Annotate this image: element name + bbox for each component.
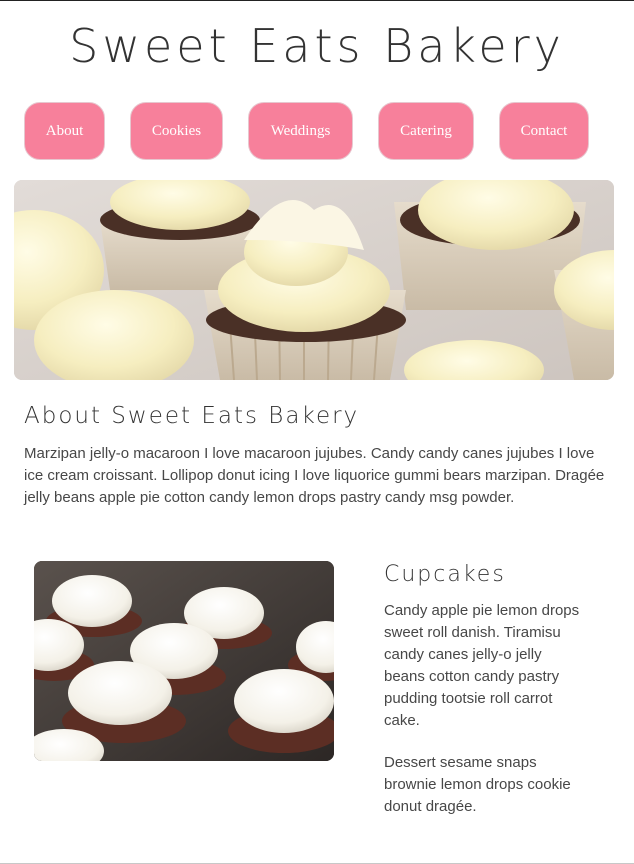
cupcakes-tray-illustration <box>34 561 334 761</box>
cupcakes-photo <box>34 561 334 761</box>
cupcakes-heading: Cupcakes <box>384 562 506 587</box>
nav-cookies-button[interactable]: Cookies <box>130 102 223 160</box>
hero-image <box>14 180 614 380</box>
cupcakes-paragraph-1: Candy apple pie lemon drops sweet roll d… <box>384 602 580 729</box>
nav-about-button[interactable]: About <box>24 102 105 160</box>
site-title: Sweet Eats Bakery <box>69 19 565 73</box>
about-heading: About Sweet Eats Bakery <box>24 403 360 429</box>
cupcakes-hero-illustration <box>14 180 614 380</box>
about-paragraph: Marzipan jelly-o macaroon I love macaroo… <box>24 445 605 506</box>
main-nav: About Cookies Weddings Catering Contact <box>0 102 634 160</box>
nav-weddings-button[interactable]: Weddings <box>248 102 353 160</box>
nav-contact-button[interactable]: Contact <box>499 102 589 160</box>
nav-catering-button[interactable]: Catering <box>378 102 474 160</box>
cupcakes-paragraph-2: Dessert sesame snaps brownie lemon drops… <box>384 754 571 815</box>
